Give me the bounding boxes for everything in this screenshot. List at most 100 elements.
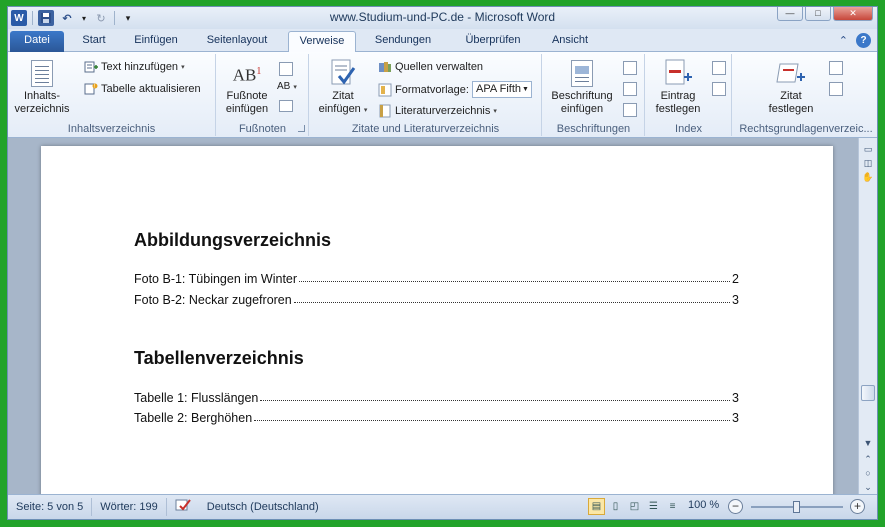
- next-footnote-button[interactable]: AB ▾: [277, 81, 297, 92]
- tab-start[interactable]: Start: [70, 31, 118, 52]
- zitat-label-1: Zitat: [332, 90, 354, 102]
- window-controls: — □ ✕: [777, 7, 873, 21]
- previous-page-icon[interactable]: ⌃: [861, 452, 875, 466]
- outline-view-icon[interactable]: ☰: [645, 498, 662, 515]
- zoom-slider[interactable]: [751, 501, 843, 513]
- tab-verweise[interactable]: Verweise: [288, 31, 356, 53]
- toc-entry-page: 3: [732, 391, 739, 405]
- zoom-out-button[interactable]: −: [728, 499, 743, 514]
- tab-ueberpruefen[interactable]: Überprüfen: [452, 31, 534, 52]
- fussnote-einfuegen-button[interactable]: AB1 Fußnote einfügen: [221, 58, 273, 116]
- status-bar: Seite: 5 von 5 Wörter: 199 Deutsch (Deut…: [8, 494, 877, 519]
- update-table-of-authorities-icon[interactable]: [829, 82, 843, 96]
- beschriftung-label-2: einfügen: [560, 103, 604, 115]
- customize-qat-icon[interactable]: ▾: [120, 10, 136, 26]
- redo-icon[interactable]: ↻: [93, 10, 109, 26]
- insert-table-of-figures-icon[interactable]: [623, 61, 637, 75]
- tab-einfuegen[interactable]: Einfügen: [124, 31, 188, 52]
- fussnote-label-2: einfügen: [225, 103, 269, 115]
- tab-seitenlayout[interactable]: Seitenlayout: [196, 31, 278, 52]
- zitat-festlegen-button[interactable]: Zitat festlegen: [763, 58, 819, 116]
- ribbon: Inhalts- verzeichnis Text hinzufügen ▾ !…: [8, 52, 877, 138]
- help-icon[interactable]: ?: [856, 33, 871, 48]
- minimize-button[interactable]: —: [777, 7, 803, 21]
- zoom-slider-thumb[interactable]: [793, 501, 800, 513]
- title-bar: W ↶ ▾ ↻ ▾ www.Studium-und-PC.de - Micros…: [8, 7, 877, 29]
- save-icon[interactable]: [38, 10, 54, 26]
- zitat-festlegen-label-1: Zitat: [780, 90, 802, 102]
- update-table-of-figures-icon[interactable]: [623, 82, 637, 96]
- beschriftung-einfuegen-button[interactable]: Beschriftung einfügen: [547, 58, 617, 116]
- toc-leader-dots: [293, 302, 731, 303]
- scrollbar-thumb[interactable]: [861, 385, 875, 401]
- language[interactable]: Deutsch (Deutschland): [199, 498, 327, 516]
- word-app-icon[interactable]: W: [11, 10, 27, 26]
- tabelle-aktualisieren-label: Tabelle aktualisieren: [101, 83, 201, 95]
- zitat-festlegen-label-2: festlegen: [768, 103, 814, 115]
- toc-entry-text: Foto B-1: Tübingen im Winter: [134, 272, 298, 286]
- qat-separator: [32, 11, 33, 25]
- document-page[interactable]: Abbildungsverzeichnis Foto B-1: Tübingen…: [41, 146, 833, 496]
- ribbon-tab-row: Datei Start Einfügen Seitenlayout Verwei…: [8, 29, 877, 53]
- undo-dropdown-icon[interactable]: ▾: [80, 10, 88, 26]
- word-count[interactable]: Wörter: 199: [92, 498, 167, 516]
- close-button[interactable]: ✕: [833, 7, 873, 21]
- tabelle-aktualisieren-button[interactable]: ! Tabelle aktualisieren: [84, 82, 201, 96]
- eintrag-label-2: festlegen: [655, 103, 701, 115]
- text-hinzufuegen-button[interactable]: Text hinzufügen ▾: [84, 60, 185, 74]
- toc-entry[interactable]: Foto B-1: Tübingen im Winter 2: [134, 268, 739, 286]
- inhaltsverzeichnis-button[interactable]: Inhalts- verzeichnis: [12, 58, 72, 116]
- draft-view-icon[interactable]: ≡: [664, 498, 681, 515]
- proofing-icon[interactable]: [167, 498, 199, 516]
- web-layout-icon[interactable]: ◰: [626, 498, 643, 515]
- zoom-in-button[interactable]: +: [850, 499, 865, 514]
- tab-row-right: ⌃ ?: [839, 33, 871, 48]
- vertical-scrollbar[interactable]: ▭ ◫ ✋ ▼ ⌃ ○ ⌄: [858, 138, 877, 496]
- eintrag-festlegen-button[interactable]: Eintrag festlegen: [650, 58, 706, 116]
- group-beschriftungen: Beschriftung einfügen Beschriftungen: [543, 54, 645, 136]
- zitat-einfuegen-button[interactable]: Zitat einfügen ▾: [314, 58, 372, 117]
- chevron-down-icon: ▾: [181, 64, 185, 71]
- ruler-toggle-icon[interactable]: ▭: [861, 142, 875, 156]
- update-index-icon[interactable]: [712, 82, 726, 96]
- minimize-ribbon-icon[interactable]: ⌃: [839, 34, 848, 47]
- full-screen-reading-icon[interactable]: ▯: [607, 498, 624, 515]
- group-label: Index: [675, 123, 702, 135]
- cross-reference-icon[interactable]: [623, 103, 637, 117]
- literaturverzeichnis-label: Literaturverzeichnis: [395, 105, 491, 117]
- pan-hand-icon[interactable]: ✋: [861, 170, 875, 184]
- maximize-button[interactable]: □: [805, 7, 831, 21]
- toc-icon: [27, 58, 57, 88]
- next-page-icon[interactable]: ⌄: [861, 480, 875, 494]
- zoom-level[interactable]: 100 %: [688, 499, 719, 511]
- tab-sendungen[interactable]: Sendungen: [364, 31, 442, 52]
- eintrag-label-1: Eintrag: [660, 90, 696, 102]
- formatvorlage-control: Formatvorlage: APA Fifth ▼: [378, 81, 532, 98]
- view-ruler-icon[interactable]: ◫: [861, 156, 875, 170]
- browse-object-icon[interactable]: ○: [861, 466, 875, 480]
- text-hinzufuegen-label: Text hinzufügen: [101, 61, 179, 73]
- page-count[interactable]: Seite: 5 von 5: [8, 498, 93, 516]
- insert-table-of-authorities-icon[interactable]: [829, 61, 843, 75]
- print-layout-icon[interactable]: ▤: [588, 498, 605, 515]
- literaturverzeichnis-button[interactable]: Literaturverzeichnis ▾: [378, 104, 497, 118]
- undo-icon[interactable]: ↶: [59, 10, 75, 26]
- tab-ansicht[interactable]: Ansicht: [542, 31, 598, 52]
- toc-leader-dots: [299, 281, 731, 282]
- toc-entry[interactable]: Foto B-2: Neckar zugefroren 3: [134, 289, 739, 307]
- toc-entry[interactable]: Tabelle 1: Flusslängen 3: [134, 387, 739, 405]
- show-notes-icon[interactable]: [279, 100, 293, 112]
- endnote-icon[interactable]: [279, 62, 293, 76]
- toc-entry[interactable]: Tabelle 2: Berghöhen 3: [134, 407, 739, 425]
- group-zitate: Zitat einfügen ▾ Quellen verwalten Forma…: [310, 54, 542, 136]
- quellen-verwalten-button[interactable]: Quellen verwalten: [378, 60, 483, 74]
- scroll-down-arrow-icon[interactable]: ▼: [861, 436, 875, 450]
- tab-datei[interactable]: Datei: [10, 31, 64, 52]
- group-label: Rechtsgrundlagenverzeic...: [739, 123, 873, 135]
- svg-text:!: !: [94, 84, 95, 90]
- formatvorlage-select[interactable]: APA Fifth ▼: [471, 81, 532, 98]
- document-area[interactable]: Abbildungsverzeichnis Foto B-1: Tübingen…: [8, 138, 860, 496]
- insert-index-icon[interactable]: [712, 61, 726, 75]
- group-label: Beschriftungen: [556, 123, 631, 135]
- fussnote-label-1: Fußnote: [226, 90, 268, 102]
